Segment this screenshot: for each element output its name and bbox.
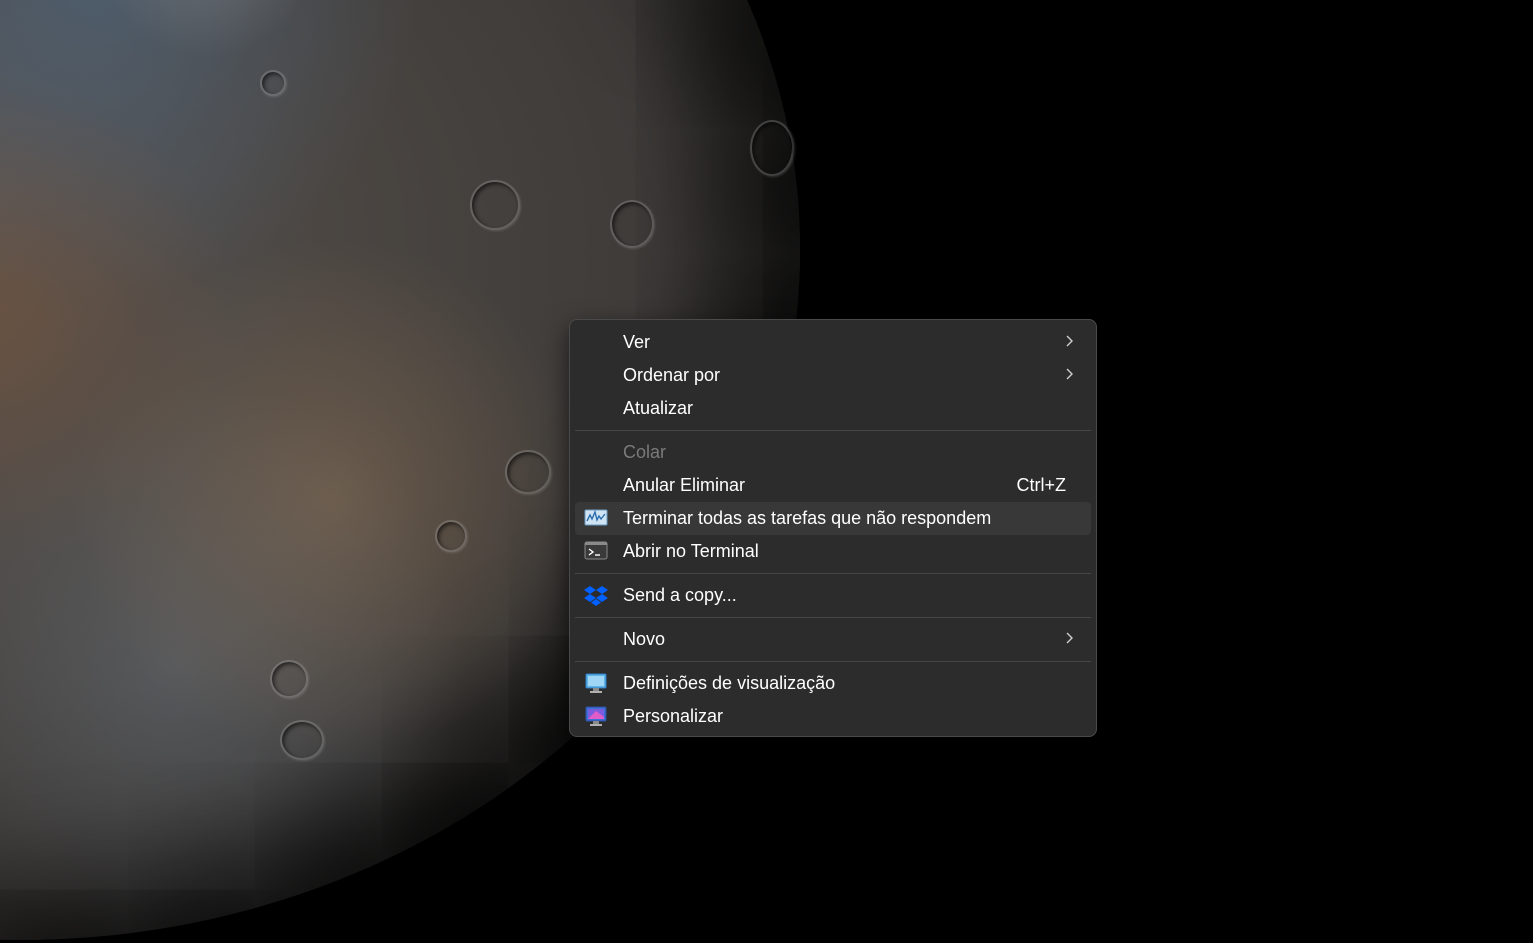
chevron-right-icon [1066,368,1073,380]
menu-item-label: Send a copy... [623,585,737,605]
chevron-right-icon [1066,335,1073,347]
menu-item-label: Ordenar por [623,365,721,385]
menu-item-novo[interactable]: Novo [575,623,1091,656]
menu-item-personalizar[interactable]: Personalizar [575,700,1091,733]
menu-item-definicoes-visualizacao[interactable]: Definições de visualização [575,667,1091,700]
menu-separator [575,617,1091,618]
menu-item-label: Ver [623,332,651,352]
menu-item-shortcut: Ctrl+Z [1016,475,1067,495]
terminal-icon [584,541,608,560]
dropbox-icon [584,586,608,606]
chevron-right-icon [1066,632,1073,644]
menu-item-label: Atualizar [623,398,694,418]
display-settings-icon [585,673,607,693]
menu-item-label: Abrir no Terminal [623,541,759,561]
menu-item-label: Terminar todas as tarefas que não respon… [623,508,992,528]
menu-item-label: Personalizar [623,706,724,726]
menu-item-send-a-copy[interactable]: Send a copy... [575,579,1091,612]
menu-item-label: Definições de visualização [623,673,836,693]
menu-item-terminar-tarefas[interactable]: Terminar todas as tarefas que não respon… [575,502,1091,535]
menu-item-label: Novo [623,629,666,649]
menu-separator [575,573,1091,574]
desktop[interactable]: Ver Ordenar por Atualizar Colar Anular E… [0,0,1533,943]
menu-item-ver[interactable]: Ver [575,326,1091,359]
menu-item-label: Colar [623,442,667,462]
menu-item-atualizar[interactable]: Atualizar [575,392,1091,425]
menu-item-anular-eliminar[interactable]: Anular Eliminar Ctrl+Z [575,469,1091,502]
menu-item-abrir-terminal[interactable]: Abrir no Terminal [575,535,1091,568]
menu-separator [575,430,1091,431]
menu-item-colar: Colar [575,436,1091,469]
desktop-context-menu: Ver Ordenar por Atualizar Colar Anular E… [569,319,1097,737]
personalize-icon [585,706,607,726]
task-monitor-icon [584,509,608,526]
menu-separator [575,661,1091,662]
menu-item-ordenar-por[interactable]: Ordenar por [575,359,1091,392]
menu-item-label: Anular Eliminar [623,475,746,495]
